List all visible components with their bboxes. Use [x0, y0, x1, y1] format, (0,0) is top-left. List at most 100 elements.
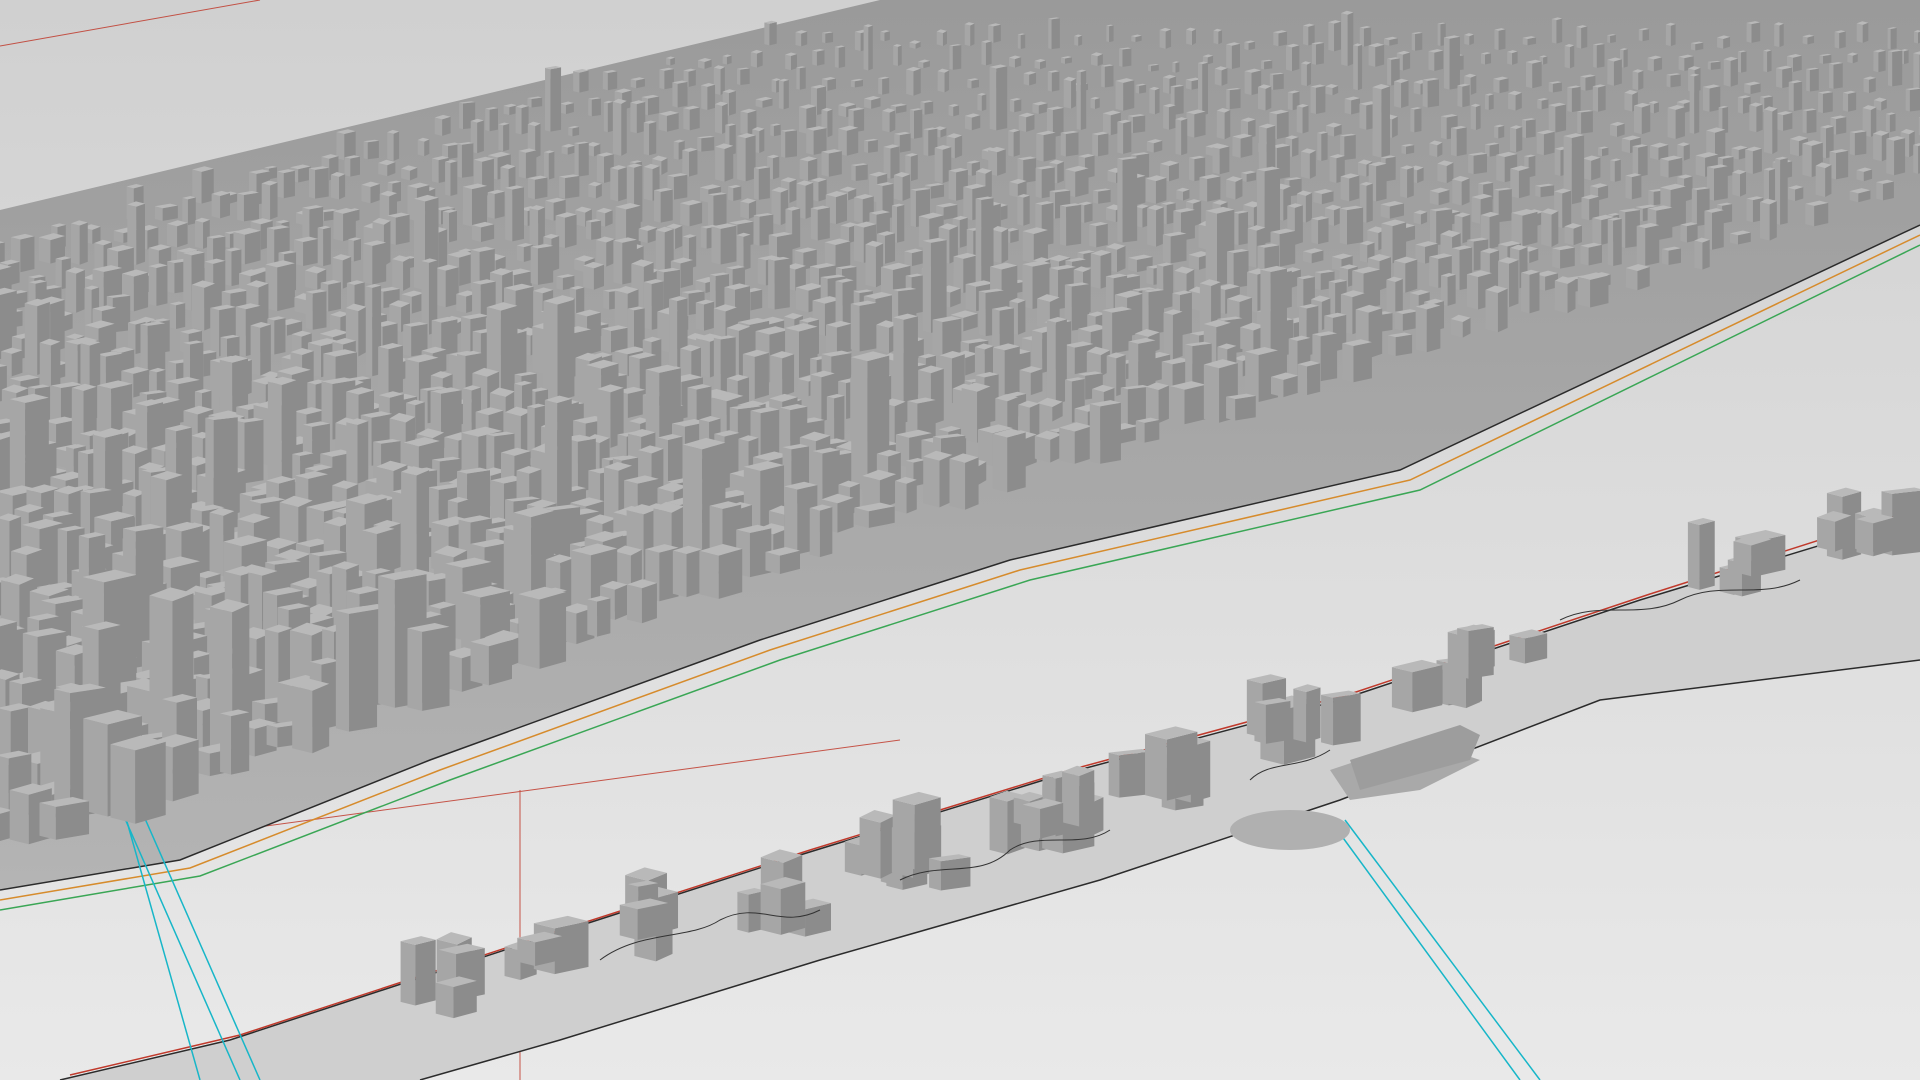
building-wall — [1189, 157, 1195, 182]
building-wall — [1429, 256, 1439, 289]
building-wall — [572, 126, 580, 137]
building-wall — [1233, 250, 1249, 288]
building-wall — [821, 151, 829, 177]
3d-viewport[interactable] — [0, 0, 1920, 1080]
building-wall — [515, 106, 522, 135]
city-scene[interactable] — [0, 0, 1920, 1080]
building-wall — [333, 211, 344, 242]
building-wall — [1318, 217, 1329, 245]
building-wall — [774, 258, 790, 310]
building-wall — [1413, 212, 1421, 225]
building-wall — [826, 396, 835, 442]
building-wall — [597, 598, 611, 637]
building-wall — [1311, 218, 1319, 245]
building-wall — [726, 55, 732, 65]
building-wall — [630, 102, 637, 134]
building-wall — [1092, 133, 1098, 157]
building-wall — [1473, 153, 1487, 175]
building-wall — [350, 156, 360, 177]
building-wall — [1170, 233, 1187, 264]
building-wall — [724, 145, 734, 182]
building-wall — [1691, 43, 1696, 51]
building-wall — [835, 193, 847, 225]
building-wall — [754, 352, 769, 400]
building-wall — [1174, 270, 1187, 293]
building-wall — [1165, 29, 1172, 49]
building-wall — [740, 111, 748, 136]
building-wall — [363, 243, 373, 285]
building-wall — [1372, 87, 1382, 158]
building-wall — [1787, 187, 1796, 201]
building-wall — [1548, 82, 1553, 93]
building-wall — [782, 354, 795, 397]
building-wall — [1888, 50, 1893, 87]
building-wall — [643, 281, 652, 330]
building-wall — [559, 176, 566, 199]
building-wall — [292, 685, 313, 754]
building-wall — [942, 30, 947, 46]
building-wall — [1341, 13, 1348, 67]
building-wall — [981, 94, 987, 111]
building-wall — [20, 236, 35, 273]
building-wall — [1662, 248, 1669, 266]
building-wall — [1117, 121, 1124, 154]
building-wall — [654, 190, 661, 223]
building-wall — [1089, 224, 1097, 248]
building-wall — [516, 245, 524, 262]
building-wall — [1232, 136, 1241, 158]
building-wall — [985, 41, 992, 66]
building-wall — [992, 433, 1008, 493]
building-wall — [387, 132, 394, 161]
building-wall — [1120, 387, 1128, 426]
building-wall — [1400, 167, 1408, 199]
building-wall — [1035, 167, 1042, 199]
building-wall — [528, 178, 535, 200]
building-wall — [1094, 97, 1100, 109]
building-wall — [1532, 61, 1542, 89]
building-wall — [457, 143, 462, 178]
building-wall — [1048, 18, 1052, 50]
building-wall — [529, 208, 539, 246]
building-wall — [1305, 192, 1313, 223]
building-wall — [1751, 22, 1761, 43]
building-wall — [707, 84, 716, 111]
building-wall — [1543, 131, 1555, 156]
building-wall — [1334, 21, 1342, 52]
building-wall — [937, 71, 945, 93]
building-wall — [1310, 86, 1316, 115]
building-wall — [1051, 18, 1060, 50]
building-wall — [1387, 335, 1396, 356]
building-wall — [1521, 119, 1527, 139]
building-wall — [904, 251, 912, 267]
building-wall — [1321, 694, 1334, 746]
building-wall — [1576, 26, 1582, 49]
building-wall — [1508, 93, 1516, 111]
building-wall — [949, 45, 953, 70]
building-wall — [806, 128, 814, 155]
building-wall — [84, 287, 92, 330]
building-wall — [923, 129, 929, 157]
building-wall — [1636, 225, 1646, 266]
building-wall — [1499, 78, 1509, 94]
building-wall — [1216, 110, 1225, 140]
building-wall — [1836, 116, 1847, 135]
building-wall — [1278, 31, 1288, 47]
building-wall — [1297, 277, 1304, 309]
building-wall — [906, 69, 914, 96]
building-wall — [1496, 154, 1505, 183]
building-wall — [1100, 402, 1121, 464]
building-wall — [827, 109, 833, 138]
building-wall — [1497, 288, 1508, 333]
building-wall — [711, 226, 721, 265]
building-wall — [1631, 174, 1642, 200]
building-wall — [1023, 157, 1037, 183]
building-wall — [1265, 700, 1291, 744]
building-wall — [521, 106, 529, 135]
building-wall — [1149, 88, 1155, 115]
building-wall — [531, 97, 543, 108]
building-wall — [859, 302, 877, 352]
building-wall — [1551, 18, 1557, 44]
building-wall — [649, 121, 657, 156]
building-wall — [470, 641, 489, 686]
building-wall — [1849, 131, 1855, 156]
